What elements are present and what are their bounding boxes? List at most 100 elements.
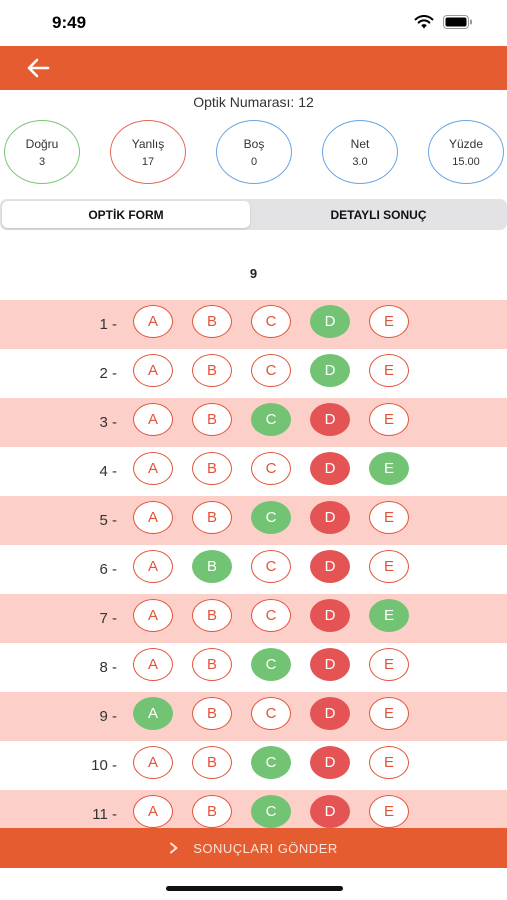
option-bubble-b[interactable]: B — [192, 501, 232, 534]
question-number: 11 - — [92, 806, 117, 823]
option-bubble-b[interactable]: B — [192, 697, 232, 730]
option-bubble-e[interactable]: E — [369, 599, 409, 632]
segmented-control: OPTİK FORM DETAYLI SONUÇ — [0, 199, 507, 230]
option-bubble-a[interactable]: A — [133, 501, 173, 534]
stat-value: 3 — [38, 155, 46, 168]
option-bubble-a[interactable]: A — [133, 305, 173, 338]
option-bubble-d[interactable]: D — [310, 648, 350, 681]
question-row: 10 - ABCDE — [0, 741, 507, 790]
status-time: 9:49 — [52, 13, 87, 32]
option-bubble-a[interactable]: A — [133, 403, 173, 436]
back-button[interactable] — [22, 54, 54, 82]
stat-value: 17 — [141, 155, 155, 168]
section-number: 9 — [249, 266, 258, 281]
option-bubble-c[interactable]: C — [251, 354, 291, 387]
chevron-right-icon — [170, 842, 178, 854]
question-number: 2 - — [99, 365, 117, 382]
stat-value: 3.0 — [352, 155, 368, 168]
option-bubble-d[interactable]: D — [310, 354, 350, 387]
question-number: 5 - — [99, 512, 117, 529]
option-bubble-e[interactable]: E — [369, 648, 409, 681]
nav-bar — [0, 46, 507, 90]
option-bubble-e[interactable]: E — [369, 746, 409, 779]
option-bubble-b[interactable]: B — [192, 795, 232, 828]
question-row: 8 - ABCDE — [0, 643, 507, 692]
option-bubble-e[interactable]: E — [369, 354, 409, 387]
option-bubble-c[interactable]: C — [251, 697, 291, 730]
option-bubble-e[interactable]: E — [369, 501, 409, 534]
question-row: 5 - ABCDE — [0, 496, 507, 545]
stat-value: 15.00 — [452, 155, 480, 168]
status-bar: 9:49 — [0, 0, 507, 46]
option-bubble-e[interactable]: E — [369, 305, 409, 338]
question-row: 2 - ABCDE — [0, 349, 507, 398]
option-bubble-d[interactable]: D — [310, 501, 350, 534]
battery-icon — [443, 15, 472, 29]
question-row: 4 - ABCDE — [0, 447, 507, 496]
question-number: 8 - — [99, 659, 117, 676]
option-bubble-b[interactable]: B — [192, 550, 232, 583]
option-bubble-a[interactable]: A — [133, 795, 173, 828]
stat-label: Net — [350, 136, 370, 151]
option-bubble-d[interactable]: D — [310, 452, 350, 485]
question-number: 3 - — [99, 414, 117, 431]
option-bubble-a[interactable]: A — [133, 354, 173, 387]
option-bubble-e[interactable]: E — [369, 452, 409, 485]
option-bubble-c[interactable]: C — [251, 452, 291, 485]
tab-optik-form[interactable]: OPTİK FORM — [2, 201, 250, 228]
option-bubble-a[interactable]: A — [133, 697, 173, 730]
option-bubble-b[interactable]: B — [192, 403, 232, 436]
question-number: 10 - — [91, 757, 117, 774]
option-bubble-e[interactable]: E — [369, 550, 409, 583]
question-number: 1 - — [99, 316, 117, 333]
option-bubble-a[interactable]: A — [133, 599, 173, 632]
stat-empty: Boş 0 — [216, 120, 292, 184]
stat-percent: Yüzde 15.00 — [428, 120, 504, 184]
option-bubble-b[interactable]: B — [192, 746, 232, 779]
stat-label: Yanlış — [131, 136, 165, 151]
home-indicator — [166, 886, 343, 891]
option-bubble-d[interactable]: D — [310, 305, 350, 338]
option-bubble-c[interactable]: C — [251, 746, 291, 779]
option-bubble-e[interactable]: E — [369, 795, 409, 828]
question-row: 3 - ABCDE — [0, 398, 507, 447]
option-bubble-c[interactable]: C — [251, 501, 291, 534]
stat-label: Yüzde — [448, 136, 484, 151]
option-bubble-c[interactable]: C — [251, 305, 291, 338]
stat-value: 0 — [250, 155, 258, 168]
option-bubble-d[interactable]: D — [310, 746, 350, 779]
option-bubble-b[interactable]: B — [192, 648, 232, 681]
submit-label: SONUÇLARI GÖNDER — [193, 840, 338, 856]
option-bubble-c[interactable]: C — [251, 403, 291, 436]
question-number: 4 - — [99, 463, 117, 480]
arrow-left-icon — [27, 58, 50, 78]
stats-row: Doğru 3 Yanlış 17 Boş 0 Net 3.0 Yüzde 15… — [0, 120, 507, 186]
option-bubble-d[interactable]: D — [310, 697, 350, 730]
question-row: 6 - ABCDE — [0, 545, 507, 594]
question-row: 11 - ABCDE — [0, 790, 507, 828]
option-bubble-a[interactable]: A — [133, 550, 173, 583]
option-bubble-b[interactable]: B — [192, 354, 232, 387]
option-bubble-a[interactable]: A — [133, 648, 173, 681]
option-bubble-a[interactable]: A — [133, 452, 173, 485]
option-bubble-d[interactable]: D — [310, 550, 350, 583]
option-bubble-d[interactable]: D — [310, 599, 350, 632]
tab-detayli-sonuc[interactable]: DETAYLI SONUÇ — [252, 201, 505, 228]
question-number: 6 - — [99, 561, 117, 578]
option-bubble-a[interactable]: A — [133, 746, 173, 779]
option-bubble-b[interactable]: B — [192, 305, 232, 338]
submit-results-button[interactable]: SONUÇLARI GÖNDER — [0, 828, 507, 868]
option-bubble-c[interactable]: C — [251, 648, 291, 681]
option-bubble-c[interactable]: C — [251, 795, 291, 828]
option-bubble-e[interactable]: E — [369, 403, 409, 436]
option-bubble-b[interactable]: B — [192, 452, 232, 485]
option-bubble-d[interactable]: D — [310, 403, 350, 436]
option-bubble-c[interactable]: C — [251, 550, 291, 583]
option-bubble-d[interactable]: D — [310, 795, 350, 828]
option-bubble-b[interactable]: B — [192, 599, 232, 632]
option-bubble-c[interactable]: C — [251, 599, 291, 632]
stat-label: Doğru — [25, 136, 59, 151]
answer-list[interactable]: 1 -ABCDE2 -ABCDE3 -ABCDE4 -ABCDE5 -ABCDE… — [0, 300, 507, 828]
option-bubble-e[interactable]: E — [369, 697, 409, 730]
wifi-icon — [414, 15, 434, 29]
